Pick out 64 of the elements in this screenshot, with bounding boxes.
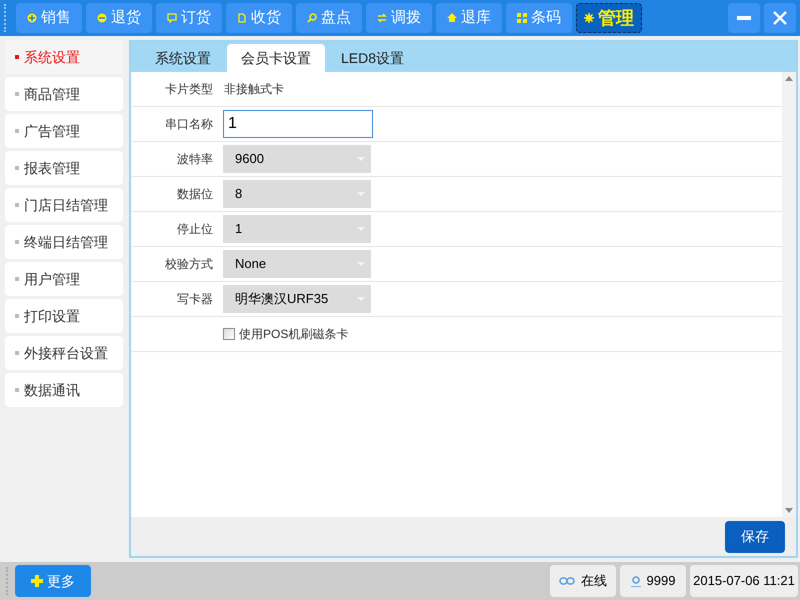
sidebar-item[interactable]: 打印设置 — [5, 299, 123, 333]
bullet-icon — [15, 129, 19, 133]
speech-bubble-icon — [167, 13, 177, 23]
sidebar-item[interactable]: 门店日结管理 — [5, 188, 123, 222]
tab[interactable]: 系统设置 — [141, 44, 225, 72]
field-label: 波特率 — [177, 152, 213, 166]
field-label: 数据位 — [177, 187, 213, 201]
bullet-icon — [15, 203, 19, 207]
document-icon — [237, 13, 247, 23]
minimize-icon — [737, 16, 751, 20]
bullet-icon — [15, 351, 19, 355]
tab[interactable]: LED8设置 — [327, 44, 418, 72]
date-time: 2015-07-06 11:21 — [690, 565, 798, 597]
dropdown[interactable]: None — [223, 250, 371, 278]
home-icon — [447, 13, 457, 23]
bullet-icon — [15, 314, 19, 318]
user-icon — [630, 576, 641, 586]
minimize-button[interactable] — [728, 3, 760, 33]
close-button[interactable] — [764, 3, 796, 33]
minus-circle-icon — [97, 13, 107, 23]
field-label: 校验方式 — [165, 257, 213, 271]
scrollbar[interactable] — [782, 72, 796, 517]
tab[interactable]: 会员卡设置 — [227, 44, 325, 72]
close-icon — [773, 11, 787, 25]
toolbar-button[interactable]: 管理 — [576, 3, 642, 33]
input-field[interactable]: 1 — [223, 110, 373, 138]
save-button[interactable]: 保存 — [725, 520, 785, 552]
dropdown[interactable]: 明华澳汉URF35 — [223, 285, 371, 313]
bullet-icon — [15, 92, 19, 96]
field-label: 卡片类型 — [165, 82, 213, 96]
checkbox-option[interactable]: 使用POS机刷磁条卡 — [223, 325, 348, 343]
dropdown[interactable]: 1 — [223, 215, 371, 243]
dropdown[interactable]: 9600 — [223, 145, 371, 173]
bullet-icon — [15, 388, 19, 392]
bullet-icon — [15, 277, 19, 281]
swap-arrows-icon — [377, 13, 387, 23]
field-label: 停止位 — [177, 222, 213, 236]
sidebar-item[interactable]: 系统设置 — [5, 40, 123, 74]
field-value: 非接触式卡 — [223, 81, 284, 98]
sidebar-item[interactable]: 报表管理 — [5, 151, 123, 185]
bullet-icon — [15, 240, 19, 244]
checkbox[interactable] — [223, 328, 235, 340]
search-icon — [307, 13, 317, 23]
field-label: 串口名称 — [165, 117, 213, 131]
sidebar-item[interactable]: 商品管理 — [5, 77, 123, 111]
bullet-icon — [15, 55, 19, 59]
plus-icon — [31, 575, 43, 587]
gear-icon — [584, 13, 594, 23]
user-id: 9999 — [646, 572, 676, 590]
dropdown[interactable]: 8 — [223, 180, 371, 208]
field-label: 写卡器 — [177, 292, 213, 306]
sidebar-item[interactable]: 广告管理 — [5, 114, 123, 148]
scroll-down-icon[interactable] — [785, 508, 793, 513]
grid-icon — [517, 13, 527, 23]
sidebar-item[interactable]: 外接秤台设置 — [5, 336, 123, 370]
scroll-up-icon[interactable] — [785, 76, 793, 81]
bullet-icon — [15, 166, 19, 170]
sidebar-item[interactable]: 终端日结管理 — [5, 225, 123, 259]
link-icon — [559, 577, 575, 585]
sidebar-item[interactable]: 用户管理 — [5, 262, 123, 296]
plus-circle-icon — [27, 13, 37, 23]
more-button[interactable]: 更多 — [15, 565, 91, 597]
sidebar-item[interactable]: 数据通讯 — [5, 373, 123, 407]
connection-label: 在线 — [581, 572, 607, 590]
